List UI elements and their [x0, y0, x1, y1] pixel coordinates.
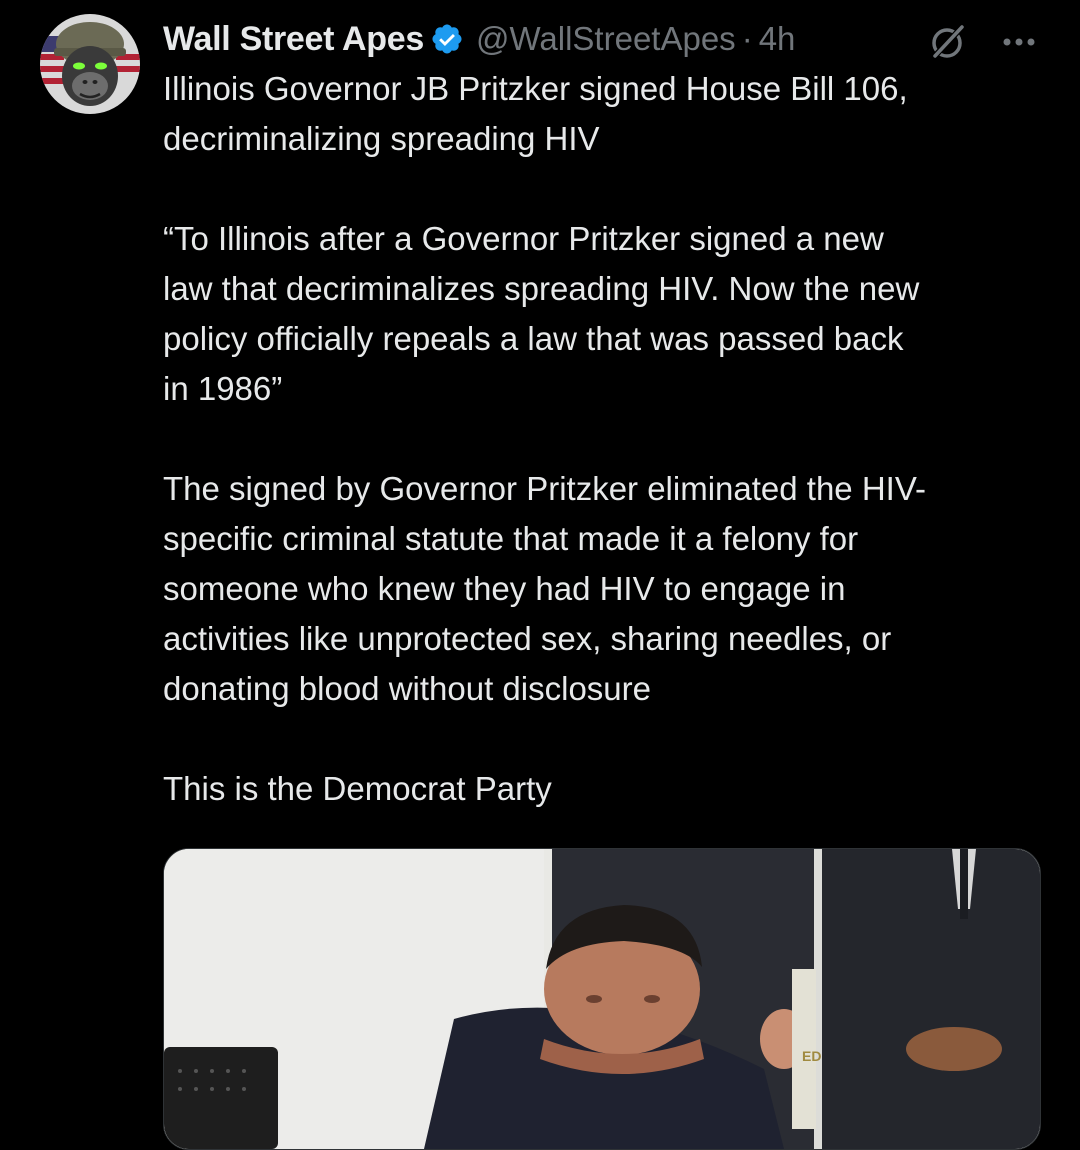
- gorilla-soldier-avatar-icon: [40, 14, 140, 114]
- video-thumbnail-image: ED: [164, 849, 1040, 1149]
- tweet-body-line: someone who knew they had HIV to engage …: [163, 570, 846, 607]
- grok-icon[interactable]: [927, 22, 967, 62]
- tweet[interactable]: Wall Street Apes @WallStreetApes · 4h Il…: [0, 0, 1080, 1150]
- tweet-media-video[interactable]: ED: [163, 848, 1041, 1150]
- author-display-name[interactable]: Wall Street Apes: [163, 20, 424, 59]
- media-partial-text: ED: [802, 1048, 821, 1064]
- tweet-quote-line: policy officially repeals a law that was…: [163, 320, 904, 357]
- tweet-text: Illinois Governor JB Pritzker signed Hou…: [163, 64, 1043, 814]
- tweet-body-line: The signed by Governor Pritzker eliminat…: [163, 470, 927, 507]
- tweet-header: Wall Street Apes @WallStreetApes · 4h: [163, 14, 1043, 64]
- author-handle[interactable]: @WallStreetApes: [476, 20, 736, 58]
- tweet-closing-line: This is the Democrat Party: [163, 770, 552, 807]
- tweet-content: Wall Street Apes @WallStreetApes · 4h Il…: [163, 14, 1043, 814]
- tweet-text-line: Illinois Governor JB Pritzker signed Hou…: [163, 70, 908, 107]
- separator-dot: ·: [741, 20, 753, 57]
- tweet-timestamp[interactable]: 4h: [759, 20, 796, 58]
- avatar[interactable]: [40, 14, 140, 114]
- tweet-text-line: decriminalizing spreading HIV: [163, 120, 600, 157]
- verified-badge-icon[interactable]: [430, 22, 464, 56]
- tweet-quote-line: “To Illinois after a Governor Pritzker s…: [163, 220, 884, 257]
- tweet-quote-line: in 1986”: [163, 370, 283, 407]
- tweet-body-line: specific criminal statute that made it a…: [163, 520, 859, 557]
- tweet-body-line: donating blood without disclosure: [163, 670, 651, 707]
- tweet-quote-line: law that decriminalizes spreading HIV. N…: [163, 270, 920, 307]
- tweet-body-line: activities like unprotected sex, sharing…: [163, 620, 892, 657]
- more-dots-icon[interactable]: [998, 22, 1040, 62]
